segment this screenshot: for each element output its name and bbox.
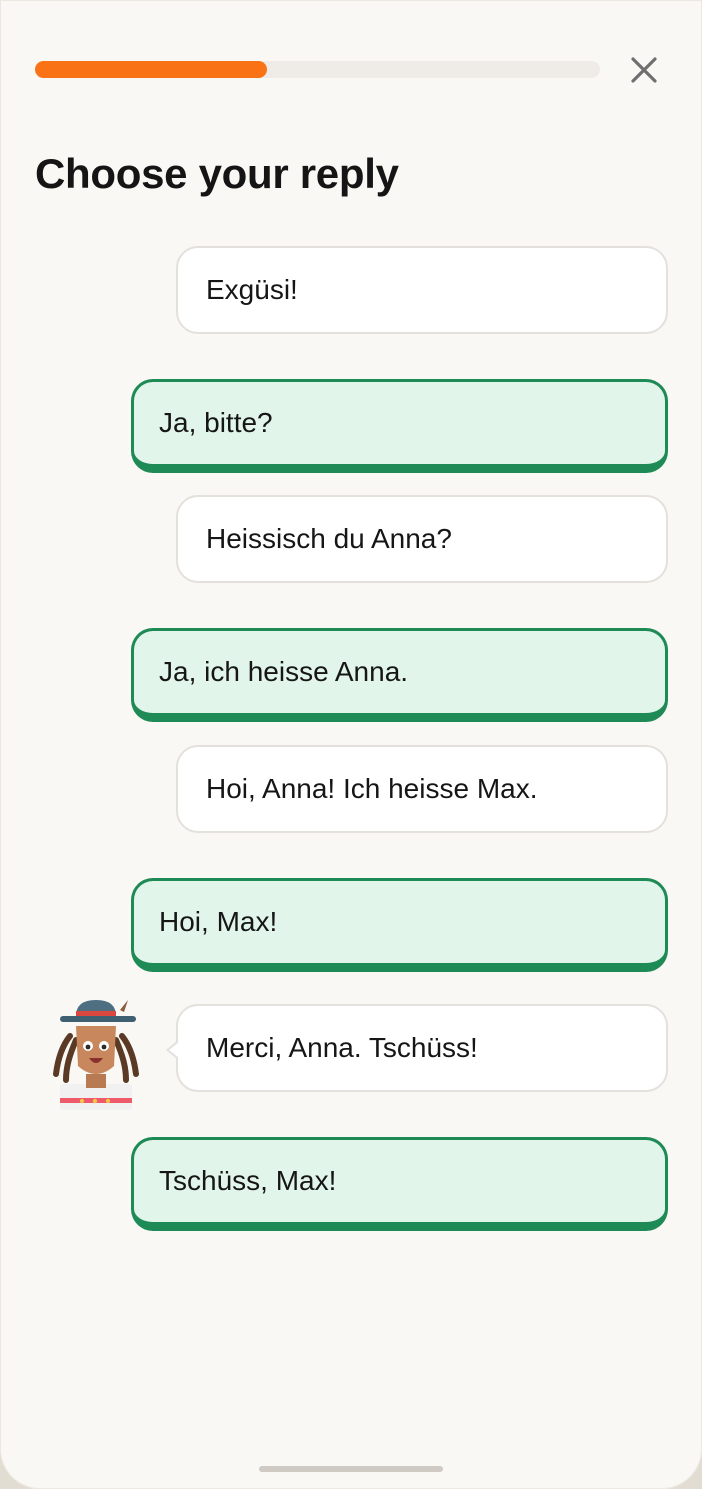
message-text: Merci, Anna. Tschüss! [206, 1032, 478, 1063]
character-avatar-icon [53, 1000, 139, 1110]
message-text: Exgüsi! [206, 274, 298, 305]
close-icon [631, 57, 657, 83]
message-text: Hoi, Anna! Ich heisse Max. [206, 773, 538, 804]
message-bubble-other: Heissisch du Anna? [176, 495, 668, 583]
page-title: Choose your reply [35, 150, 399, 197]
reply-text: Ja, bitte? [159, 407, 273, 438]
message-bubble-other: Hoi, Anna! Ich heisse Max. [176, 745, 668, 833]
message-bubble-other: Merci, Anna. Tschüss! [176, 1004, 668, 1092]
progress-fill [35, 61, 267, 78]
home-indicator[interactable] [259, 1466, 443, 1472]
speaker-avatar [48, 996, 144, 1116]
reply-text: Tschüss, Max! [159, 1165, 337, 1196]
close-button[interactable] [624, 50, 664, 90]
screen: Choose your reply Exgüsi! Ja, bitte? Hei… [0, 0, 702, 1489]
reply-text: Hoi, Max! [159, 906, 278, 937]
reply-bubble[interactable]: Tschüss, Max! [131, 1137, 668, 1231]
reply-bubble[interactable]: Ja, bitte? [131, 379, 668, 473]
reply-text: Ja, ich heisse Anna. [159, 656, 409, 687]
message-text: Heissisch du Anna? [206, 523, 452, 554]
reply-bubble[interactable]: Hoi, Max! [131, 878, 668, 972]
message-bubble-other: Exgüsi! [176, 246, 668, 334]
speech-tail-inner [169, 1042, 179, 1058]
reply-bubble[interactable]: Ja, ich heisse Anna. [131, 628, 668, 722]
progress-bar [35, 61, 600, 78]
